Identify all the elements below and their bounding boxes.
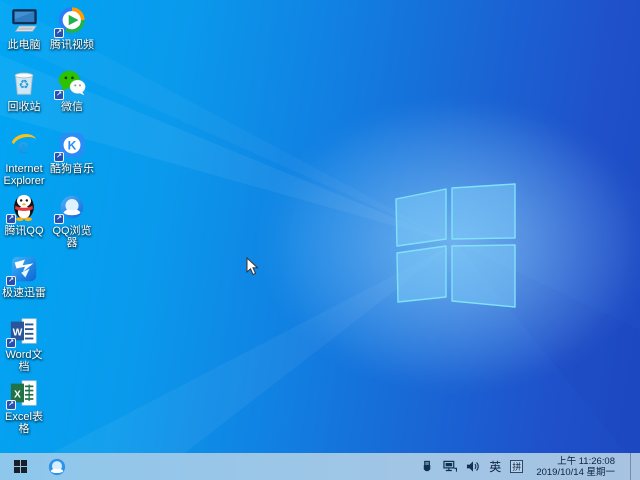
wechat-icon [57, 68, 87, 98]
windows-10-light-blue-wallpaper [0, 0, 640, 480]
desktop-icon-tencent-qq[interactable]: 腾讯QQ [0, 192, 48, 237]
network-icon[interactable] [443, 460, 457, 474]
internet-explorer-icon: e [9, 130, 39, 160]
start-button[interactable] [0, 453, 40, 480]
word-doc-icon: W [9, 316, 39, 346]
tencent-video-icon [57, 6, 87, 36]
wallpaper-art [0, 0, 640, 480]
system-tray: 英 拼 上午 11:26:08 2019/10/14 星期一 [420, 453, 640, 480]
ime-language-indicator[interactable]: 英 [489, 460, 501, 474]
taskbar-item-qq-browser[interactable] [40, 453, 74, 480]
kugou-music-icon: K [57, 130, 87, 160]
tray-date: 2019/10/14 星期一 [536, 467, 615, 478]
usb-icon[interactable] [420, 460, 434, 474]
desktop-icon-qq-browser[interactable]: QQ浏览器 [48, 192, 96, 249]
icon-label: QQ浏览器 [48, 225, 96, 249]
svg-text:X: X [14, 390, 21, 401]
icon-label: 腾讯视频 [50, 39, 94, 51]
desktop-icon-kugou-music[interactable]: K 酷狗音乐 [48, 130, 96, 175]
desktop-icon-word-doc[interactable]: W Word文档 [0, 316, 48, 373]
tencent-qq-icon [9, 192, 39, 222]
icon-label: 回收站 [8, 101, 41, 113]
desktop-icon-xunlei-speed[interactable]: 极速迅雷 [0, 254, 48, 299]
tray-clock[interactable]: 上午 11:26:08 2019/10/14 星期一 [532, 456, 621, 478]
excel-sheet-icon: X [9, 378, 39, 408]
shortcut-arrow-icon [54, 28, 64, 38]
icon-label: 极速迅雷 [2, 287, 46, 299]
this-pc-icon [9, 6, 39, 36]
svg-text:♻: ♻ [19, 78, 30, 92]
icon-label: 此电脑 [8, 39, 41, 51]
shortcut-arrow-icon [6, 214, 16, 224]
ime-pinyin-badge[interactable]: 拼 [510, 460, 523, 473]
icon-label: 腾讯QQ [4, 225, 43, 237]
icon-label: Word文档 [0, 349, 48, 373]
svg-text:K: K [68, 139, 77, 153]
shortcut-arrow-icon [6, 338, 16, 348]
recycle-bin-icon: ♻ [9, 68, 39, 98]
logo-glow [256, 95, 640, 395]
taskbar: 英 拼 上午 11:26:08 2019/10/14 星期一 [0, 453, 640, 480]
windows-start-icon [14, 460, 27, 473]
icon-label: Internet Explorer [0, 163, 48, 187]
qq-browser-icon [57, 192, 87, 222]
icon-label: 酷狗音乐 [50, 163, 94, 175]
tray-time: 上午 11:26:08 [536, 456, 615, 467]
desktop-icon-internet-explorer[interactable]: e Internet Explorer [0, 130, 48, 187]
shortcut-arrow-icon [6, 400, 16, 410]
desktop-icon-this-pc[interactable]: 此电脑 [0, 6, 48, 51]
shortcut-arrow-icon [54, 214, 64, 224]
desktop-icon-excel-sheet[interactable]: X Excel表格 [0, 378, 48, 435]
volume-icon[interactable] [466, 460, 480, 474]
desktop-icon-tencent-video[interactable]: 腾讯视频 [48, 6, 96, 51]
qq-browser-icon [47, 457, 67, 477]
shortcut-arrow-icon [6, 276, 16, 286]
icon-label: 微信 [61, 101, 83, 113]
desktop-icon-recycle-bin[interactable]: ♻ 回收站 [0, 68, 48, 113]
shortcut-arrow-icon [54, 152, 64, 162]
shortcut-arrow-icon [54, 90, 64, 100]
show-desktop-button[interactable] [630, 453, 636, 480]
icon-label: Excel表格 [0, 411, 48, 435]
desktop-icon-wechat[interactable]: 微信 [48, 68, 96, 113]
xunlei-speed-icon [9, 254, 39, 284]
